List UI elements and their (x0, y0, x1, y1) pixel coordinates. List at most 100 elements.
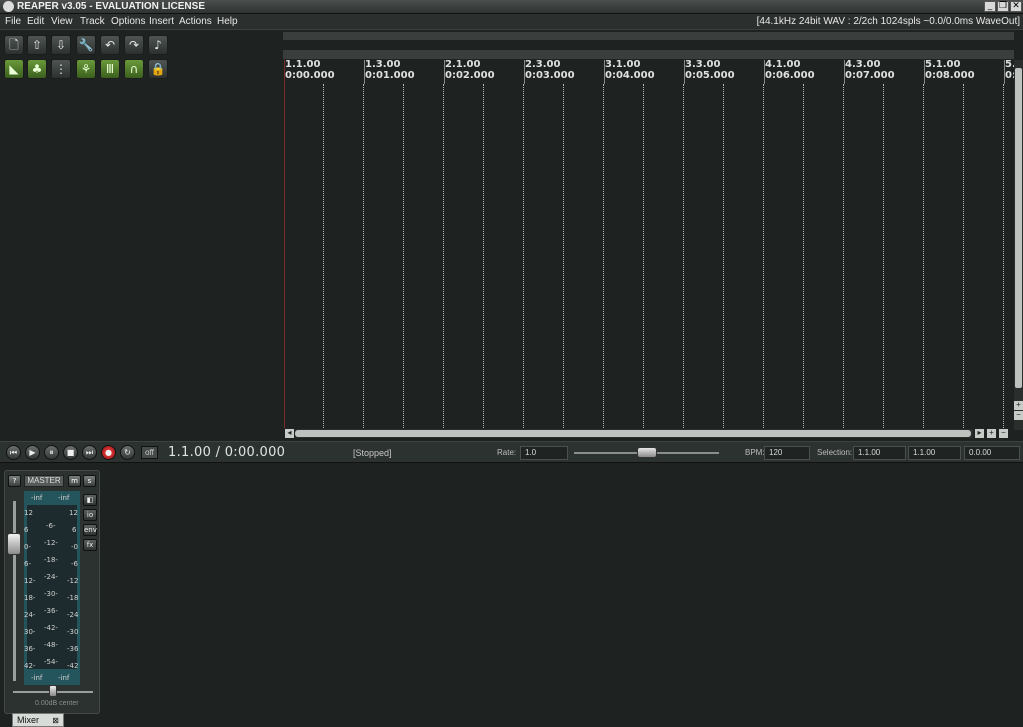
menu-view[interactable]: View (51, 16, 73, 27)
pan-readout: 0.00dB center (35, 700, 79, 707)
grid-line (363, 84, 364, 428)
phase-invert-button[interactable]: ◧ (83, 494, 97, 506)
track-control-panel[interactable] (0, 84, 283, 428)
menu-track[interactable]: Track (80, 16, 105, 27)
route-button[interactable]: ? (8, 475, 21, 487)
grid-line (563, 84, 564, 428)
volume-fader-track[interactable] (13, 501, 16, 681)
save-project-icon[interactable]: ⇩ (51, 35, 71, 55)
marker-lane[interactable] (283, 32, 1014, 40)
ruler-time: 0:01.000 (365, 70, 415, 81)
region-lane[interactable] (283, 50, 1014, 59)
ruler-marker: 2.1.00 0:02.000 (445, 60, 495, 81)
envelope-button[interactable]: env (83, 524, 97, 536)
fader-scale-label: 18- (24, 594, 36, 602)
fx-button[interactable]: fx (83, 539, 97, 551)
master-track-name[interactable]: MASTER (24, 475, 64, 487)
meter-scale-label: -24- (44, 573, 58, 581)
solo-button[interactable]: s (83, 475, 96, 487)
pause-button[interactable]: ⏸ (44, 445, 59, 460)
meter-scale-label: -42- (44, 624, 58, 632)
record-button[interactable]: ● (101, 445, 116, 460)
selection-start-field[interactable]: 1.1.00 (853, 446, 906, 460)
menu-help[interactable]: Help (217, 16, 238, 27)
vertical-scroll-thumb[interactable] (1015, 68, 1022, 388)
ruler-tick (684, 60, 685, 84)
mixer-tab[interactable]: Mixer ⊠ (12, 713, 64, 727)
horizontal-zoom-in-icon[interactable]: + (987, 429, 996, 438)
meter-right-scale-label: -6 (71, 560, 78, 568)
project-settings-icon[interactable]: 🔧 (76, 35, 96, 55)
peak-left-readout[interactable]: -inf (31, 494, 42, 502)
vertical-zoom-in-icon[interactable]: + (1014, 401, 1023, 410)
menu-actions[interactable]: Actions (179, 16, 212, 27)
restore-button[interactable]: ❐ (997, 1, 1009, 12)
mute-button[interactable]: m (68, 475, 81, 487)
fader-scale-label: 24- (24, 611, 36, 619)
ruler-tick (844, 60, 845, 84)
close-button[interactable]: ✕ (1010, 1, 1022, 12)
ruler-beat: 1.1.00 (285, 59, 321, 70)
selection-length-field[interactable]: 0.0.00 (964, 446, 1020, 460)
horizontal-scroll-thumb[interactable] (295, 430, 971, 437)
go-to-end-button[interactable]: ⏭ (82, 445, 97, 460)
metronome-icon[interactable]: ♪ (148, 35, 168, 55)
grid-line (963, 84, 964, 428)
stop-button[interactable]: ■ (63, 445, 78, 460)
selection-label: Selection: (817, 448, 853, 457)
menu-edit[interactable]: Edit (27, 16, 44, 27)
menu-file[interactable]: File (5, 16, 21, 27)
mixer-panel[interactable] (0, 464, 1023, 727)
ruler-time: 0:06.000 (765, 70, 815, 81)
automation-mode-button[interactable]: off (141, 446, 158, 459)
ruler-marker: 1.1.00 0:00.000 (285, 60, 335, 81)
grid-line (643, 84, 644, 428)
horizontal-scrollbar[interactable] (295, 429, 973, 438)
selection-end-field[interactable]: 1.1.00 (908, 446, 961, 460)
go-to-start-button[interactable]: ⏮ (6, 445, 21, 460)
io-button[interactable]: io (83, 509, 97, 521)
position-display[interactable]: 1.1.00 / 0:00.000 (168, 445, 285, 460)
new-project-icon[interactable]: 🗋 (4, 35, 24, 55)
scroll-left-icon[interactable]: ◂ (285, 429, 294, 438)
minimize-button[interactable]: _ (984, 1, 996, 12)
meter-right-scale-label: -36 (67, 645, 79, 653)
close-icon[interactable]: ⊠ (52, 715, 59, 727)
horizontal-zoom-out-icon[interactable]: − (999, 429, 1008, 438)
menu-insert[interactable]: Insert (149, 16, 174, 27)
ruler-time: 0:08.000 (925, 70, 975, 81)
lock-icon[interactable]: 🔒 (148, 59, 168, 79)
ruler-marker: 5.30:09 (1005, 60, 1014, 81)
open-project-icon[interactable]: ⇧ (27, 35, 47, 55)
menu-options[interactable]: Options (111, 16, 145, 27)
rate-field[interactable]: 1.0 (520, 446, 568, 460)
timeline-ruler[interactable]: 1.1.00 0:00.000 1.3.00 0:01.000 2.1.00 0:02… (283, 60, 1014, 84)
vertical-zoom-out-icon[interactable]: − (1014, 411, 1023, 420)
pan-slider-handle[interactable] (49, 685, 57, 697)
item-grouping-icon[interactable]: Ⅲ (100, 59, 120, 79)
bpm-field[interactable]: 120 (764, 446, 810, 460)
rate-slider-handle[interactable] (637, 447, 657, 458)
meter-right-scale-label: -0 (71, 543, 78, 551)
ruler-marker: 4.3.00 0:07.000 (845, 60, 895, 81)
rate-label: Rate: (497, 448, 517, 457)
ripple-edit-icon[interactable]: ♣ (27, 59, 47, 79)
auto-crossfade-icon[interactable]: ∩ (124, 59, 144, 79)
repeat-button[interactable]: ↻ (120, 445, 135, 460)
arrange-view[interactable]: 1.1.00 0:00.000 1.3.00 0:01.000 2.1.00 0:02… (283, 32, 1014, 428)
vertical-scrollbar[interactable] (1014, 60, 1023, 430)
peak-right-readout[interactable]: -inf (58, 494, 69, 502)
scroll-right-icon[interactable]: ▸ (975, 429, 984, 438)
play-button[interactable]: ▶ (25, 445, 40, 460)
undo-icon[interactable]: ↶ (100, 35, 120, 55)
volume-fader-handle[interactable] (7, 533, 21, 555)
snap-icon[interactable]: ⚘ (76, 59, 96, 79)
grid-icon[interactable]: ⋮ (51, 59, 71, 79)
transport-bar: ⏮ ▶ ⏸ ■ ⏭ ● ↻ off 1.1.00 / 0:00.000 [Sto… (0, 441, 1023, 463)
grid-line (723, 84, 724, 428)
grid-line (603, 84, 604, 428)
audio-device-status[interactable]: [44.1kHz 24bit WAV : 2/2ch 1024spls ~0.0… (757, 16, 1020, 27)
envelope-icon[interactable]: ◣ (4, 59, 24, 79)
redo-icon[interactable]: ↷ (124, 35, 144, 55)
title-bar: REAPER v3.05 - EVALUATION LICENSE _ ❐ ✕ (0, 0, 1023, 14)
